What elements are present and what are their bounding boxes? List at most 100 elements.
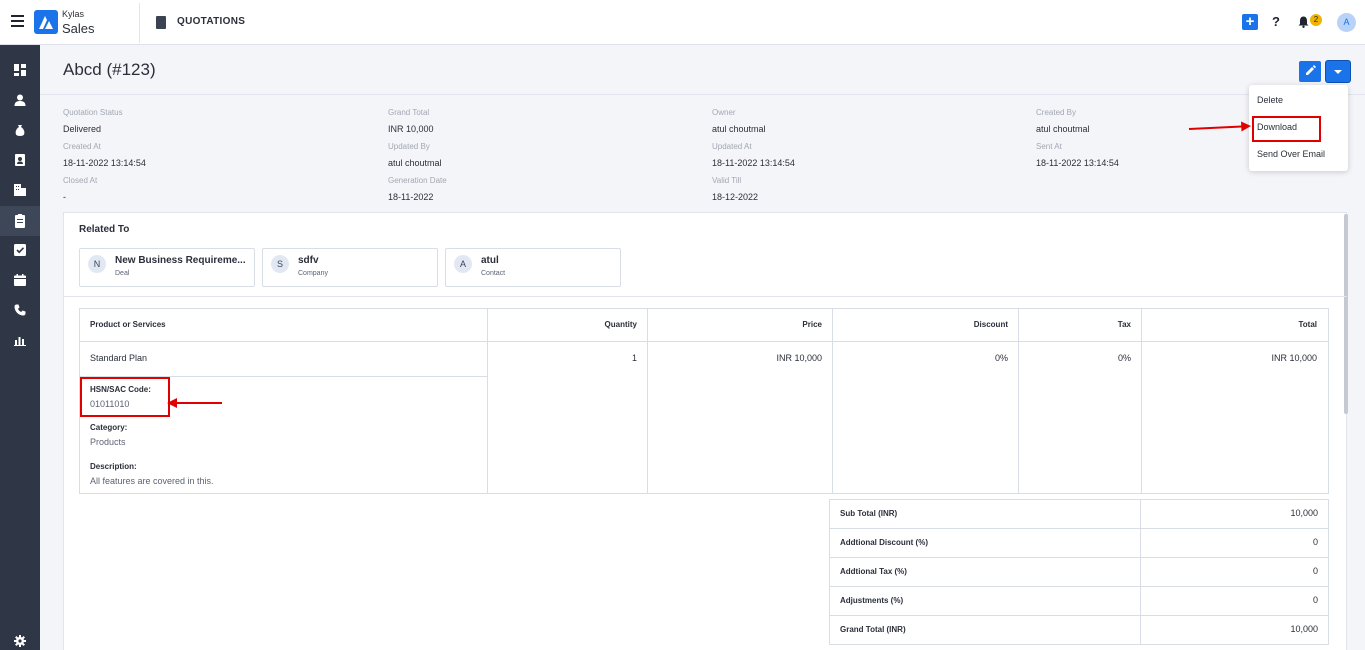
- quotation-icon: [156, 16, 166, 29]
- dashboard-icon[interactable]: [13, 63, 27, 77]
- additional-tax-value: 0: [1312, 566, 1318, 576]
- column-header-quantity: Quantity: [604, 320, 637, 329]
- detail-value: 18-11-2022 13:14:54: [712, 158, 795, 168]
- table-column-divider: [647, 308, 648, 494]
- phone-icon[interactable]: [13, 303, 27, 317]
- additional-discount-value: 0: [1312, 537, 1318, 547]
- user-icon[interactable]: [13, 93, 27, 107]
- contact-card-icon[interactable]: [13, 153, 27, 167]
- detail-label: Updated At: [712, 142, 752, 151]
- top-bar: Kylas Sales QUOTATIONS + ? 2 A: [0, 0, 1365, 45]
- detail-label: Grand Total: [388, 108, 430, 117]
- sidebar: [0, 45, 40, 650]
- entity-avatar: A: [454, 255, 472, 273]
- related-contact-card[interactable]: A atul Contact: [445, 248, 621, 287]
- calendar-icon[interactable]: [13, 273, 27, 287]
- money-bag-icon[interactable]: [13, 123, 27, 137]
- divider: [63, 296, 1347, 297]
- entity-name: atul: [481, 255, 499, 266]
- related-deal-card[interactable]: N New Business Requireme... Deal: [79, 248, 255, 287]
- table-column-divider: [832, 308, 833, 494]
- plus-icon[interactable]: +: [1242, 14, 1258, 30]
- caret-down-icon: [1334, 70, 1342, 74]
- annotation-arrow-icon: [167, 398, 222, 408]
- edit-icon: [1306, 65, 1316, 75]
- brand-product: Sales: [62, 21, 95, 36]
- annotation-highlight-box: [80, 377, 170, 417]
- detail-value: 18-11-2022: [388, 192, 434, 202]
- building-icon[interactable]: [13, 183, 27, 197]
- description-value: All features are covered in this.: [90, 476, 214, 486]
- product-name: Standard Plan: [90, 353, 148, 363]
- edit-button[interactable]: [1299, 61, 1321, 82]
- totals-column-divider: [1140, 499, 1141, 645]
- detail-label: Generation Date: [388, 176, 447, 185]
- category-label: Category:: [90, 423, 128, 432]
- subtotal-label: Sub Total (INR): [840, 509, 898, 518]
- detail-label: Created At: [63, 142, 101, 151]
- menu-item-send-over-email[interactable]: Send Over Email: [1257, 149, 1325, 159]
- avatar[interactable]: A: [1337, 13, 1356, 32]
- detail-label: Owner: [712, 108, 736, 117]
- annotation-arrow-icon: [1188, 121, 1251, 132]
- table-column-divider: [1141, 308, 1142, 494]
- task-check-icon[interactable]: [13, 243, 27, 257]
- divider: [139, 3, 140, 43]
- detail-value: atul choutmal: [712, 124, 766, 134]
- logo-icon[interactable]: [34, 10, 58, 34]
- related-company-card[interactable]: S sdfv Company: [262, 248, 438, 287]
- entity-avatar: S: [271, 255, 289, 273]
- detail-label: Quotation Status: [63, 108, 123, 117]
- product-discount: 0%: [994, 353, 1008, 363]
- reports-chart-icon[interactable]: [13, 333, 27, 347]
- detail-value: INR 10,000: [388, 124, 434, 134]
- notification-badge: 2: [1310, 14, 1322, 26]
- product-tax: 0%: [1117, 353, 1131, 363]
- table-row-divider: [79, 341, 1329, 342]
- totals-row-divider: [829, 586, 1329, 587]
- page-title: Abcd (#123): [63, 60, 156, 79]
- annotation-highlight-box: [1252, 116, 1321, 142]
- detail-label: Updated By: [388, 142, 430, 151]
- entity-name: New Business Requireme...: [115, 255, 246, 266]
- detail-value: Delivered: [63, 124, 102, 134]
- entity-avatar: N: [88, 255, 106, 273]
- help-icon[interactable]: ?: [1272, 14, 1280, 29]
- column-header-price: Price: [802, 320, 822, 329]
- entity-type: Contact: [481, 270, 506, 277]
- scrollbar[interactable]: [1344, 214, 1348, 414]
- additional-tax-label: Addtional Tax (%): [840, 567, 907, 576]
- grand-total-value: 10,000: [1290, 624, 1318, 634]
- related-to-title: Related To: [79, 224, 130, 235]
- detail-value: atul choutmal: [388, 158, 442, 168]
- bell-icon[interactable]: [1298, 15, 1309, 28]
- column-header-tax: Tax: [1117, 320, 1131, 329]
- totals-row-divider: [829, 557, 1329, 558]
- detail-value: 18-11-2022 13:14:54: [1036, 158, 1119, 168]
- menu-item-delete[interactable]: Delete: [1257, 95, 1283, 105]
- detail-label: Sent At: [1036, 142, 1062, 151]
- totals-row-divider: [829, 615, 1329, 616]
- adjustments-label: Adjustments (%): [840, 596, 904, 605]
- table-column-divider: [487, 308, 488, 494]
- detail-value: 18-12-2022: [712, 192, 759, 202]
- totals-row-divider: [829, 528, 1329, 529]
- column-header-discount: Discount: [973, 320, 1008, 329]
- detail-value: atul choutmal: [1036, 124, 1090, 134]
- module-title: QUOTATIONS: [177, 16, 246, 27]
- divider: [40, 94, 1365, 95]
- entity-type: Company: [298, 270, 328, 277]
- detail-label: Closed At: [63, 176, 98, 185]
- table-column-divider: [1018, 308, 1019, 494]
- entity-type: Deal: [115, 270, 130, 277]
- column-header-product: Product or Services: [90, 320, 166, 329]
- menu-icon[interactable]: [11, 15, 24, 27]
- quotations-nav-icon[interactable]: [0, 206, 40, 236]
- settings-icon[interactable]: [13, 634, 27, 648]
- actions-dropdown-button[interactable]: [1326, 61, 1350, 82]
- detail-value: -: [63, 192, 66, 202]
- adjustments-value: 0: [1312, 595, 1318, 605]
- product-total: INR 10,000: [1271, 353, 1317, 363]
- additional-discount-label: Addtional Discount (%): [840, 538, 928, 547]
- grand-total-label: Grand Total (INR): [840, 625, 906, 634]
